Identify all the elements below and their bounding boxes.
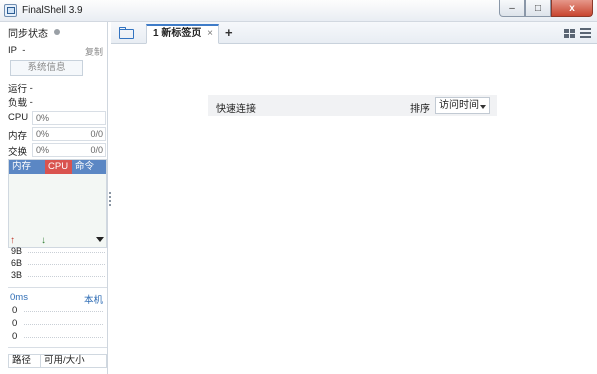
- grid-line: [28, 276, 105, 277]
- latency-value: 0: [12, 331, 18, 342]
- sort-label: 排序: [410, 104, 430, 115]
- tab-label: 1 新标签页: [153, 28, 202, 39]
- grid-line: [24, 324, 103, 325]
- cpu-percent: 0%: [36, 113, 50, 123]
- swap-percent: 0%: [36, 145, 50, 155]
- latency-value: 0: [12, 318, 18, 329]
- column-available-size[interactable]: 可用/大小: [41, 355, 85, 367]
- mem-label: 内存: [8, 131, 28, 142]
- swap-bar: 0% 0/0: [32, 143, 106, 157]
- mem-bar: 0% 0/0: [32, 127, 106, 141]
- folder-icon[interactable]: [119, 26, 135, 39]
- sync-status: 同步状态: [8, 25, 105, 40]
- mem-percent: 0%: [36, 129, 50, 139]
- grid-line: [28, 252, 105, 253]
- cpu-bar: 0%: [32, 111, 106, 125]
- swap-meter: 交换 0% 0/0: [8, 143, 107, 158]
- main-area: 1 新标签页 × + 快速连接 排序 访问时间: [111, 22, 597, 374]
- title-bar: FinalShell 3.9 – □ x: [0, 0, 597, 22]
- disk-table-header: 路径 可用/大小: [8, 354, 107, 368]
- network-graph: ↑ ↓ 9B 6B 3B: [8, 232, 107, 284]
- run-row: 运行 -: [8, 81, 105, 96]
- sync-status-label: 同步状态: [8, 28, 48, 40]
- upload-arrow-icon: ↑: [10, 235, 15, 246]
- cpu-meter: CPU 0%: [8, 111, 107, 125]
- ip-label: IP: [8, 44, 17, 56]
- add-tab-button[interactable]: +: [225, 25, 233, 40]
- divider: [8, 287, 107, 288]
- net-tick: 9B: [11, 246, 23, 256]
- cpu-label: CPU: [8, 112, 29, 123]
- network-interface-dropdown-icon[interactable]: [96, 237, 104, 242]
- swap-label: 交换: [8, 147, 28, 158]
- process-table-header: 内存 CPU 命令: [9, 160, 106, 174]
- column-mem[interactable]: 内存: [9, 160, 45, 174]
- load-label: 负载: [8, 98, 28, 109]
- run-label: 运行: [8, 84, 28, 95]
- run-value: -: [29, 82, 33, 94]
- column-path[interactable]: 路径: [9, 355, 41, 367]
- quick-connect-title: 快速连接: [216, 104, 256, 115]
- net-tick: 3B: [11, 270, 23, 280]
- grid-line: [24, 337, 103, 338]
- divider: [8, 347, 107, 348]
- copy-link[interactable]: 复制: [85, 45, 103, 58]
- sort-value: 访问时间: [439, 100, 479, 111]
- menu-icon[interactable]: [580, 28, 591, 38]
- latency-ms: 0ms: [10, 292, 28, 303]
- window-title: FinalShell 3.9: [22, 5, 83, 16]
- download-arrow-icon: ↓: [41, 235, 46, 246]
- system-info-button[interactable]: 系统信息: [10, 60, 83, 76]
- status-dot-icon: [54, 29, 60, 35]
- net-tick: 6B: [11, 258, 23, 268]
- mem-meter: 内存 0% 0/0: [8, 127, 107, 142]
- swap-ratio: 0/0: [90, 145, 103, 155]
- latency-host[interactable]: 本机: [84, 292, 103, 306]
- chevron-down-icon: [480, 105, 486, 109]
- quick-connect-bar: 快速连接 排序 访问时间: [208, 95, 497, 116]
- ip-value: -: [22, 44, 26, 56]
- load-value: -: [29, 96, 33, 108]
- column-command[interactable]: 命令: [72, 160, 106, 174]
- maximize-button[interactable]: □: [525, 0, 551, 17]
- column-cpu[interactable]: CPU: [45, 160, 72, 174]
- grid-view-icon[interactable]: [564, 29, 575, 38]
- tab-new[interactable]: 1 新标签页 ×: [146, 24, 219, 44]
- mem-ratio: 0/0: [90, 129, 103, 139]
- app-icon: [4, 4, 17, 17]
- tab-bar: 1 新标签页 × +: [111, 22, 597, 44]
- tab-close-icon[interactable]: ×: [207, 26, 213, 42]
- window-controls: – □ x: [499, 0, 593, 17]
- load-row: 负载 -: [8, 95, 105, 110]
- grid-line: [24, 311, 103, 312]
- latency-value: 0: [12, 305, 18, 316]
- close-button[interactable]: x: [551, 0, 593, 17]
- sort-select[interactable]: 访问时间: [435, 97, 490, 114]
- minimize-button[interactable]: –: [499, 0, 525, 17]
- monitor-panel: 同步状态 IP - 复制 系统信息 运行 - 负载 - CPU 0% 内存 0%…: [0, 22, 108, 374]
- grid-line: [28, 264, 105, 265]
